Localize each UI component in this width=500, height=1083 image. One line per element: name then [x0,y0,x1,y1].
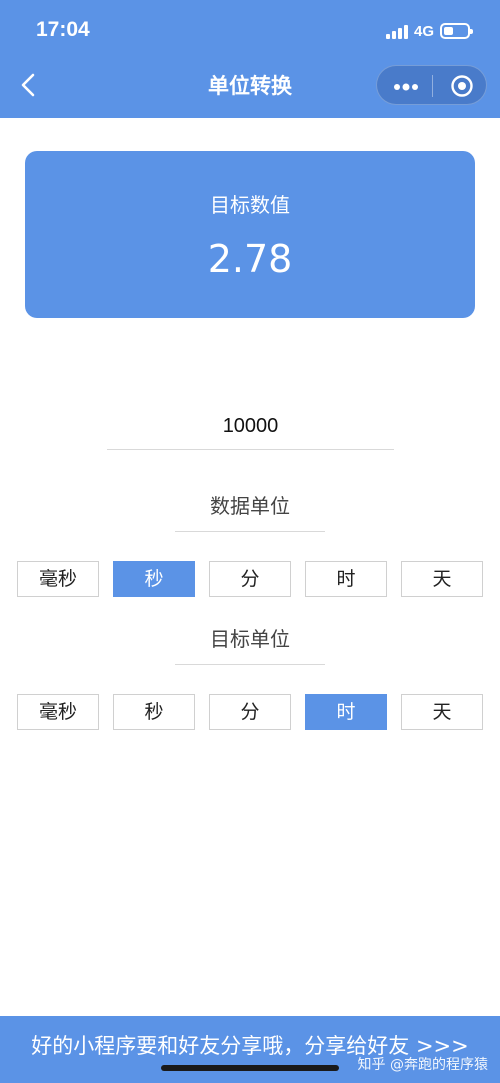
signal-icon [385,23,408,39]
target-unit-hour[interactable]: 时 [305,694,387,730]
home-indicator [161,1065,339,1071]
more-icon[interactable] [393,79,419,93]
watermark: 知乎 @奔跑的程序猿 [357,1057,488,1073]
target-unit-second[interactable]: 秒 [113,694,195,730]
source-unit-minute[interactable]: 分 [209,561,291,597]
status-time: 17:04 [36,18,90,41]
source-unit-hour[interactable]: 时 [305,561,387,597]
target-unit-options: 毫秒 秒 分 时 天 [17,694,483,730]
network-type: 4G [413,22,434,40]
target-unit-minute[interactable]: 分 [209,694,291,730]
share-banner[interactable]: 好的小程序要和好友分享哦，分享给好友 >>> 知乎 @奔跑的程序猿 [0,1016,500,1083]
target-icon[interactable] [450,74,474,98]
result-label: 目标数值 [210,193,290,217]
capsule-divider [432,75,433,97]
source-unit-label: 数据单位 [175,484,325,532]
battery-icon [440,23,473,39]
result-card: 目标数值 2.78 [25,151,475,318]
source-unit-options: 毫秒 秒 分 时 天 [17,561,483,597]
status-indicators: 4G [385,20,473,42]
menu-capsule [376,65,487,105]
target-unit-millisecond[interactable]: 毫秒 [17,694,99,730]
header: 17:04 4G 单位转换 [0,0,500,118]
source-unit-second[interactable]: 秒 [113,561,195,597]
target-unit-label: 目标单位 [175,617,325,665]
source-unit-millisecond[interactable]: 毫秒 [17,561,99,597]
result-value: 2.78 [207,237,293,281]
target-unit-day[interactable]: 天 [401,694,483,730]
value-input[interactable] [107,404,394,450]
source-unit-day[interactable]: 天 [401,561,483,597]
